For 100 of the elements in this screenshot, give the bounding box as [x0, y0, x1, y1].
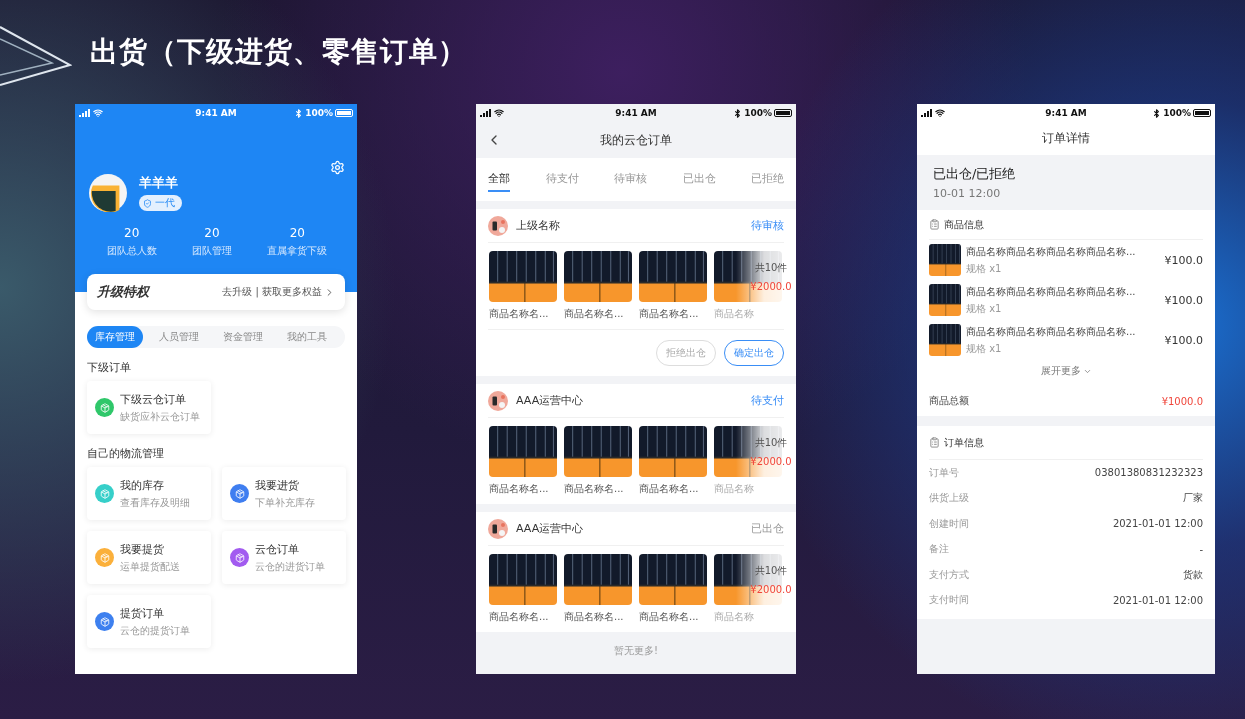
- item-count: 共10件: [754, 564, 788, 578]
- shop-name: 上级名称: [516, 218, 561, 233]
- menu-card[interactable]: 我要进货 下单补充库存: [222, 467, 346, 520]
- total-value: ¥1000.0: [1161, 395, 1203, 407]
- shop-name: AAA运营中心: [516, 393, 585, 408]
- order-card[interactable]: AAA运营中心 已出仓 商品名称名... 商品名称名... 商品名称名... 商品名称 共10件 ¥2000.0: [476, 512, 796, 632]
- info-value: 厂家: [1183, 491, 1203, 506]
- upgrade-title: 升级特权: [97, 283, 149, 301]
- order-status: 已出仓/已拒绝: [933, 165, 1017, 183]
- info-value: -: [1199, 543, 1203, 555]
- battery-percent: 100%: [744, 108, 772, 118]
- stat-label: 直属拿货下级: [267, 244, 328, 258]
- product-name: 商品名称名...: [564, 610, 625, 624]
- info-label: 备注: [929, 542, 949, 557]
- list-end-text: 暂无更多!: [614, 644, 658, 658]
- signal-icon: [79, 109, 91, 117]
- wifi-icon: [494, 108, 504, 118]
- order-status: 已出仓: [751, 521, 784, 536]
- product-name: 商品名称名...: [639, 307, 700, 321]
- section-heading: 订单信息: [944, 435, 984, 450]
- order-status: 待审核: [751, 218, 784, 233]
- screen-title: 订单详情: [1042, 130, 1090, 147]
- shop-name: AAA运营中心: [516, 521, 585, 536]
- product-name: 商品名称名...: [489, 610, 550, 624]
- bluetooth-icon: [294, 108, 304, 118]
- tab[interactable]: 库存管理: [87, 326, 143, 348]
- item-count: 共10件: [754, 436, 788, 450]
- product-name: 商品名称商品名称商品名称商品名称...: [966, 284, 1137, 299]
- settings-icon[interactable]: [330, 160, 345, 175]
- stat-value: 20: [289, 226, 305, 240]
- level-badge: 一代: [139, 195, 182, 212]
- status-time: 9:41 AM: [1045, 108, 1087, 118]
- status-time: 9:41 AM: [195, 108, 237, 118]
- tab[interactable]: 我的工具: [279, 326, 335, 348]
- info-label: 创建时间: [929, 516, 969, 531]
- menu-card[interactable]: 我的库存 查看库存及明细: [87, 467, 211, 520]
- battery-icon: [774, 109, 792, 117]
- order-time: 10-01 12:00: [933, 187, 1002, 200]
- info-value: 2021-01-01 12:00: [1112, 518, 1203, 530]
- upgrade-card[interactable]: 升级特权 去升级 | 获取更多权益: [87, 274, 345, 310]
- wifi-icon: [935, 108, 945, 118]
- battery-percent: 100%: [1163, 108, 1191, 118]
- expand-more-link[interactable]: 展开更多: [1040, 364, 1092, 378]
- battery-icon: [1193, 109, 1211, 117]
- order-total: ¥2000.0: [750, 281, 792, 292]
- order-status: 待支付: [751, 393, 784, 408]
- status-time: 9:41 AM: [615, 108, 657, 118]
- info-label: 供货上级: [929, 491, 969, 506]
- product-name: 商品名称商品名称商品名称商品名称...: [966, 244, 1137, 259]
- product-price: ¥100.0: [1164, 293, 1203, 307]
- menu-card[interactable]: 提货订单 云仓的提货订单: [87, 595, 211, 648]
- tab[interactable]: 资金管理: [215, 326, 271, 348]
- page-title: 出货（下级进货、零售订单）: [90, 34, 467, 70]
- bluetooth-icon: [1152, 108, 1162, 118]
- product-name: 商品名称名...: [489, 307, 550, 321]
- section-heading: 自己的物流管理: [87, 446, 165, 461]
- bluetooth-icon: [733, 108, 743, 118]
- menu-card[interactable]: 我要提货 运单提货配送: [87, 531, 211, 584]
- product-name: 商品名称名...: [639, 482, 700, 496]
- tab[interactable]: 人员管理: [151, 326, 207, 348]
- menu-card[interactable]: 云仓订单 云仓的进货订单: [222, 531, 346, 584]
- info-label: 订单号: [929, 465, 959, 480]
- signal-icon: [480, 109, 492, 117]
- product-spec: 规格 x1: [966, 261, 1003, 276]
- tab[interactable]: 全部: [488, 167, 510, 192]
- battery-percent: 100%: [305, 108, 333, 118]
- signal-icon: [921, 109, 933, 117]
- product-price: ¥100.0: [1164, 253, 1203, 267]
- product-price: ¥100.0: [1164, 333, 1203, 347]
- menu-card[interactable]: 下级云仓订单 缺货应补云仓订单: [87, 381, 211, 434]
- battery-icon: [335, 109, 353, 117]
- stat-value: 20: [124, 226, 140, 240]
- product-spec: 规格 x1: [966, 301, 1003, 316]
- wifi-icon: [93, 108, 103, 118]
- order-total: ¥2000.0: [750, 456, 792, 467]
- clipboard-icon: [929, 219, 940, 230]
- confirm-button[interactable]: 确定出仓: [724, 340, 784, 366]
- screen-title: 我的云仓订单: [600, 131, 672, 149]
- section-heading: 商品信息: [944, 217, 984, 232]
- product-name: 商品名称: [714, 610, 755, 624]
- order-total: ¥2000.0: [750, 584, 792, 595]
- product-name: 商品名称名...: [564, 482, 625, 496]
- user-name: 羊羊羊: [139, 174, 179, 193]
- stat-label: 团队管理: [192, 244, 232, 258]
- product-name: 商品名称: [714, 482, 755, 496]
- stat-value: 20: [204, 226, 220, 240]
- info-value: 03801380831232323: [1094, 467, 1203, 479]
- product-name: 商品名称名...: [639, 610, 700, 624]
- clipboard-icon: [929, 437, 940, 448]
- order-card[interactable]: 上级名称 待审核 商品名称名... 商品名称名... 商品名称名... 商品名称 共10件 ¥2000.0 拒绝出仓 确定出仓: [476, 209, 796, 376]
- section-heading: 下级订单: [87, 360, 132, 375]
- order-card[interactable]: AAA运营中心 待支付 商品名称名... 商品名称名... 商品名称名... 商品名称 共10件 ¥2000.0: [476, 384, 796, 504]
- stat-label: 团队总人数: [106, 244, 157, 258]
- upgrade-link[interactable]: 去升级 | 获取更多权益: [222, 285, 335, 299]
- item-count: 共10件: [754, 261, 788, 275]
- product-spec: 规格 x1: [966, 341, 1003, 356]
- product-name: 商品名称商品名称商品名称商品名称...: [966, 324, 1137, 339]
- info-label: 支付方式: [929, 567, 969, 582]
- product-name: 商品名称名...: [489, 482, 550, 496]
- info-value: 2021-01-01 12:00: [1112, 594, 1203, 606]
